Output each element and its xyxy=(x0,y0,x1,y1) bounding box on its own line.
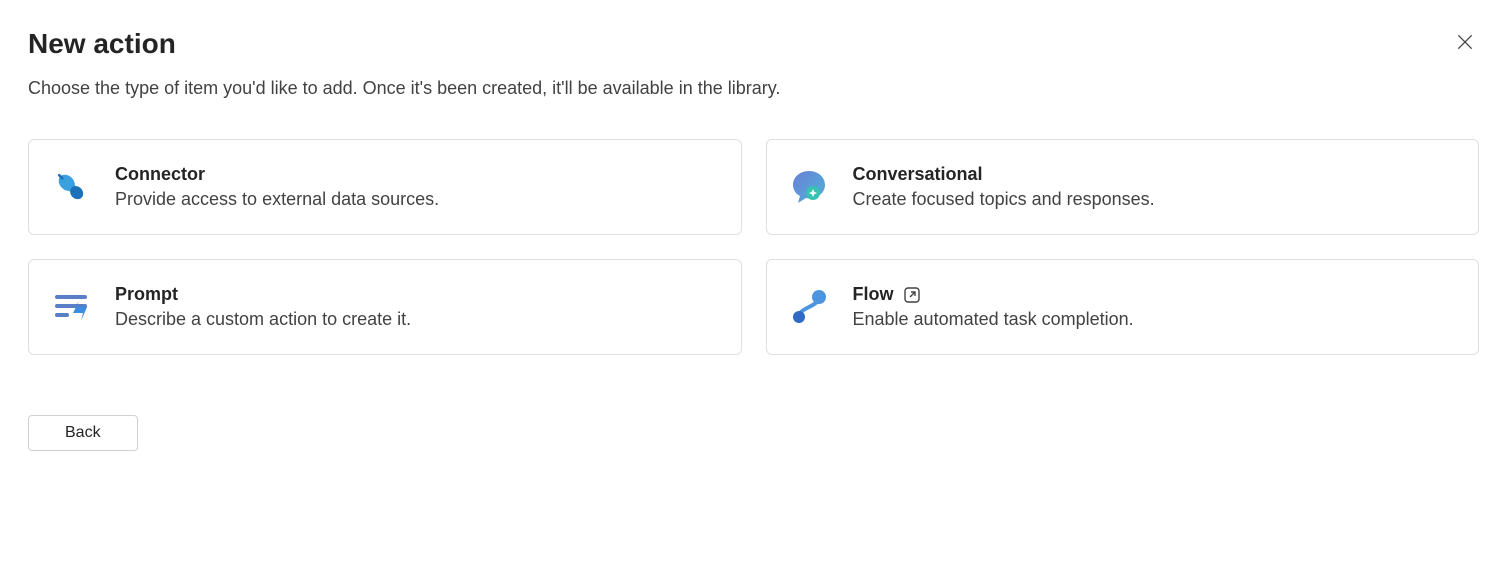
back-button[interactable]: Back xyxy=(28,415,138,451)
prompt-icon xyxy=(51,287,91,327)
card-desc: Enable automated task completion. xyxy=(853,309,1457,330)
card-title: Prompt xyxy=(115,284,719,305)
card-flow[interactable]: Flow Enable automated task completion. xyxy=(766,259,1480,355)
card-prompt[interactable]: Prompt Describe a custom action to creat… xyxy=(28,259,742,355)
conversational-icon xyxy=(789,167,829,207)
connector-icon xyxy=(51,167,91,207)
card-desc: Describe a custom action to create it. xyxy=(115,309,719,330)
card-connector[interactable]: Connector Provide access to external dat… xyxy=(28,139,742,235)
card-title: Conversational xyxy=(853,164,1457,185)
card-title: Connector xyxy=(115,164,719,185)
flow-icon xyxy=(789,287,829,327)
page-subtitle: Choose the type of item you'd like to ad… xyxy=(28,78,1479,99)
close-icon xyxy=(1455,32,1475,55)
card-desc: Create focused topics and responses. xyxy=(853,189,1457,210)
card-title: Flow xyxy=(853,284,894,305)
card-conversational[interactable]: Conversational Create focused topics and… xyxy=(766,139,1480,235)
close-button[interactable] xyxy=(1451,28,1479,59)
card-desc: Provide access to external data sources. xyxy=(115,189,719,210)
action-cards-grid: Connector Provide access to external dat… xyxy=(28,139,1479,355)
external-link-icon xyxy=(902,285,922,305)
page-title: New action xyxy=(28,28,176,60)
